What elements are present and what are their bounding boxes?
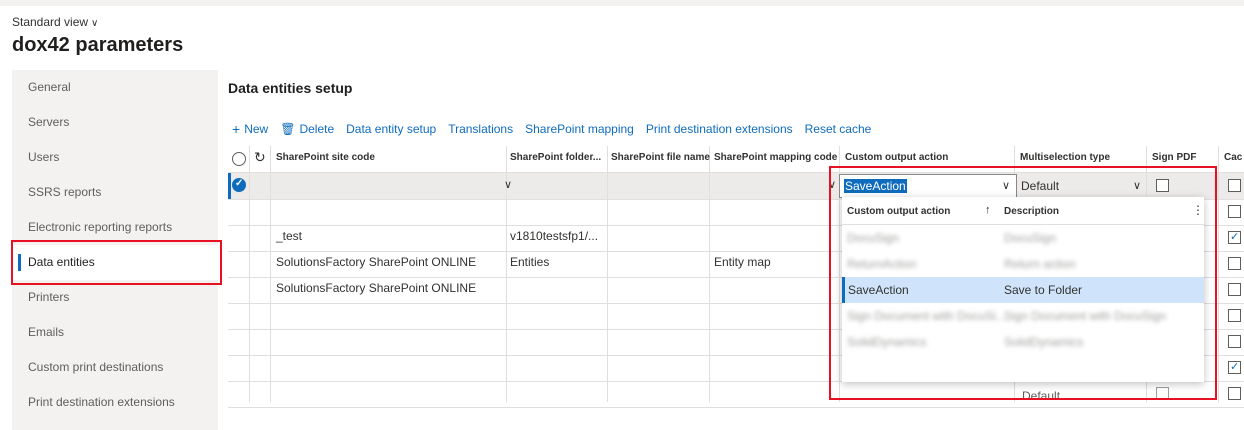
- col-header-folder[interactable]: SharePoint folder...: [510, 152, 601, 163]
- delete-button[interactable]: 🗑 Delete: [280, 122, 334, 136]
- sidebar-item-emails[interactable]: Emails: [12, 315, 218, 350]
- top-strip: [0, 0, 1244, 6]
- cache-checkbox[interactable]: [1228, 179, 1241, 192]
- view-selector[interactable]: Standard view ∨: [12, 15, 98, 29]
- col-divider: [270, 146, 271, 402]
- site-code-cell[interactable]: SolutionsFactory SharePoint ONLINE: [276, 281, 476, 295]
- col-header-site-code[interactable]: SharePoint site code: [276, 152, 375, 163]
- col-header-mapping-code[interactable]: SharePoint mapping code: [714, 152, 837, 163]
- cache-checkbox[interactable]: [1228, 257, 1241, 270]
- print-destination-extensions-button[interactable]: Print destination extensions: [646, 122, 793, 136]
- refresh-icon[interactable]: ↻: [254, 149, 266, 166]
- sharepoint-mapping-button[interactable]: SharePoint mapping: [525, 122, 634, 136]
- view-label: Standard view: [12, 15, 89, 29]
- plus-icon: +: [232, 121, 241, 137]
- site-code-cell[interactable]: SolutionsFactory SharePoint ONLINE: [276, 255, 476, 269]
- translations-button[interactable]: Translations: [448, 122, 513, 136]
- cache-checkbox[interactable]: [1228, 283, 1241, 296]
- row-select-radio[interactable]: [232, 178, 246, 192]
- cache-checkbox[interactable]: [1228, 387, 1241, 400]
- section-title: Data entities setup: [228, 80, 353, 96]
- sidebar-item-general[interactable]: General: [12, 70, 218, 105]
- row-divider: [228, 407, 1244, 408]
- sidebar-item-ssrs-reports[interactable]: SSRS reports: [12, 175, 218, 210]
- highlight-box-dropdown: [829, 166, 1217, 400]
- chevron-down-icon: ∨: [91, 18, 99, 29]
- action-toolbar: + New 🗑 Delete Data entity setup Translati…: [232, 120, 883, 138]
- folder-cell[interactable]: Entities: [510, 255, 549, 269]
- select-all-radio[interactable]: [232, 152, 246, 166]
- cache-checkbox[interactable]: [1228, 309, 1241, 322]
- cache-checkbox[interactable]: [1228, 230, 1241, 244]
- col-divider: [709, 146, 710, 402]
- col-header-cache[interactable]: Cac: [1224, 152, 1242, 163]
- reset-cache-button[interactable]: Reset cache: [805, 122, 872, 136]
- sidebar-item-servers[interactable]: Servers: [12, 105, 218, 140]
- chevron-down-icon[interactable]: ∨: [504, 178, 512, 191]
- col-header-custom-output-action[interactable]: Custom output action: [845, 152, 948, 163]
- cache-checkbox[interactable]: [1228, 360, 1241, 374]
- col-header-file-name[interactable]: SharePoint file name: [611, 152, 710, 163]
- delete-label: Delete: [299, 122, 335, 136]
- col-header-sign-pdf[interactable]: Sign PDF: [1152, 152, 1196, 163]
- highlight-box-sidebar: [11, 240, 222, 285]
- new-button[interactable]: + New: [232, 121, 268, 137]
- col-divider: [249, 146, 250, 402]
- mapping-code-cell[interactable]: Entity map: [714, 255, 771, 269]
- page-title: dox42 parameters: [12, 34, 184, 56]
- trash-icon: 🗑: [280, 122, 296, 136]
- sidebar-item-users[interactable]: Users: [12, 140, 218, 175]
- col-header-multiselection-type[interactable]: Multiselection type: [1020, 152, 1110, 163]
- col-divider: [1218, 146, 1219, 402]
- data-entity-setup-button[interactable]: Data entity setup: [346, 122, 436, 136]
- new-label: New: [244, 122, 269, 136]
- cache-checkbox[interactable]: [1228, 205, 1241, 218]
- sidebar-item-print-destination-extensions[interactable]: Print destination extensions: [12, 385, 218, 420]
- sidebar-item-custom-print-destinations[interactable]: Custom print destinations: [12, 350, 218, 385]
- col-divider: [607, 146, 608, 402]
- sidebar-item-printers[interactable]: Printers: [12, 280, 218, 315]
- cache-checkbox[interactable]: [1228, 335, 1241, 348]
- selected-row-indicator: [228, 172, 231, 199]
- folder-cell[interactable]: v1810testsfp1/...: [510, 229, 598, 243]
- site-code-cell[interactable]: _test: [276, 229, 302, 243]
